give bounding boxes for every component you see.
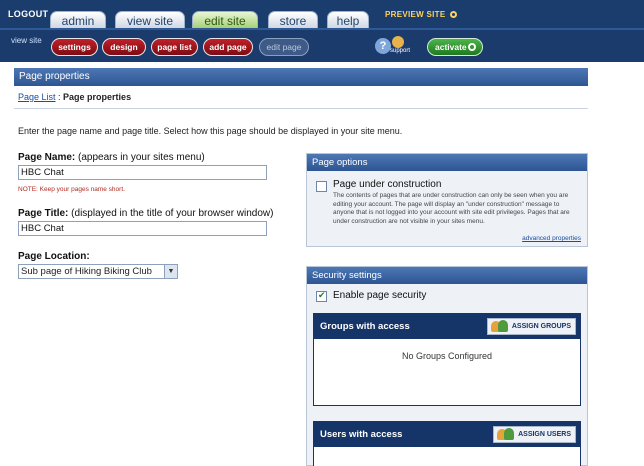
assign-users-icon — [497, 428, 515, 441]
page-title-hint: (displayed in the title of your browser … — [71, 208, 274, 219]
help-question-icon: ? — [375, 38, 391, 54]
page-title-input[interactable]: HBC Chat — [18, 221, 267, 236]
chevron-down-icon: ▼ — [164, 265, 177, 278]
activate-label: activate — [435, 42, 467, 52]
settings-button[interactable]: settings — [51, 38, 98, 56]
activate-button[interactable]: activate — [427, 38, 483, 56]
support-label: support — [390, 48, 411, 54]
page-options-panel: Page options Page under construction The… — [306, 153, 588, 247]
page-title-bar: Page properties — [14, 68, 588, 86]
page-name-input[interactable]: HBC Chat — [18, 165, 267, 180]
page-name-hint: (appears in your sites menu) — [78, 152, 205, 163]
add-page-button[interactable]: add page — [203, 38, 253, 56]
preview-circle-icon — [450, 11, 458, 18]
page-name-label-text: Page Name: — [18, 152, 76, 163]
page-location-value: Sub page of Hiking Biking Club — [21, 266, 152, 277]
page-location-label-text: Page Location: — [18, 251, 90, 262]
assign-users-label: ASSIGN USERS — [518, 431, 571, 438]
under-construction-checkbox[interactable] — [316, 181, 327, 192]
breadcrumb-current: Page properties — [63, 92, 132, 102]
view-site-link[interactable]: view site — [11, 36, 42, 45]
security-settings-header: Security settings — [307, 267, 587, 284]
page-options-header: Page options — [307, 154, 587, 171]
preview-site-link[interactable]: PREVIEW SITE — [385, 10, 458, 19]
groups-access-header: Groups with access ASSIGN GROUPS — [314, 314, 580, 339]
users-access-header: Users with access ASSIGN USERS — [314, 422, 580, 447]
edit-site-toolbar: view site settings design page list add … — [0, 28, 644, 62]
top-nav-bar: LOGOUT admin view site edit site store h… — [0, 0, 644, 28]
assign-users-button[interactable]: ASSIGN USERS — [493, 426, 576, 443]
assign-groups-button[interactable]: ASSIGN GROUPS — [486, 318, 576, 335]
tab-store[interactable]: store — [268, 11, 318, 28]
under-construction-description: The contents of pages that are under con… — [333, 192, 570, 225]
tab-view-site[interactable]: view site — [115, 11, 185, 28]
enable-security-checkbox[interactable] — [316, 290, 327, 302]
edit-page-button[interactable]: edit page — [259, 38, 309, 56]
page-location-label: Page Location: — [18, 251, 90, 262]
groups-access-box: Groups with access ASSIGN GROUPS No Grou… — [313, 313, 581, 406]
view-site-label: view site — [11, 36, 42, 45]
security-settings-panel: Security settings Enable page security G… — [306, 266, 588, 466]
design-button[interactable]: design — [102, 38, 146, 56]
breadcrumb-divider — [14, 108, 588, 109]
enable-security-label: Enable page security — [333, 290, 427, 301]
activate-circle-icon — [468, 43, 476, 51]
support-person-icon — [392, 36, 404, 48]
breadcrumb-page-list-link[interactable]: Page List — [18, 92, 56, 102]
tab-admin[interactable]: admin — [50, 11, 106, 28]
groups-empty-message: No Groups Configured — [401, 351, 493, 361]
breadcrumb: Page List : Page properties — [18, 92, 131, 102]
users-access-box: Users with access ASSIGN USERS — [313, 421, 581, 466]
assign-groups-label: ASSIGN GROUPS — [511, 323, 571, 330]
support-button[interactable]: ? support — [375, 36, 415, 58]
breadcrumb-separator: : — [55, 92, 64, 102]
tab-help[interactable]: help — [327, 11, 369, 28]
page-title-label: Page Title: (displayed in the title of y… — [18, 208, 274, 219]
logout-link[interactable]: LOGOUT — [8, 9, 48, 19]
users-access-title: Users with access — [320, 429, 403, 440]
page-title-label-text: Page Title: — [18, 208, 69, 219]
preview-site-label: PREVIEW SITE — [385, 10, 446, 19]
page-location-select[interactable]: Sub page of Hiking Biking Club ▼ — [18, 264, 178, 279]
groups-access-title: Groups with access — [320, 321, 410, 332]
page-name-label: Page Name: (appears in your sites menu) — [18, 152, 205, 163]
under-construction-label: Page under construction — [333, 179, 442, 190]
tab-edit-site[interactable]: edit site — [192, 11, 258, 28]
page-name-note: NOTE: Keep your pages name short. — [18, 186, 125, 193]
assign-groups-icon — [490, 320, 509, 333]
advanced-properties-link[interactable]: advanced properties — [522, 235, 581, 242]
intro-text: Enter the page name and page title. Sele… — [18, 126, 403, 136]
page-list-button[interactable]: page list — [151, 38, 198, 56]
